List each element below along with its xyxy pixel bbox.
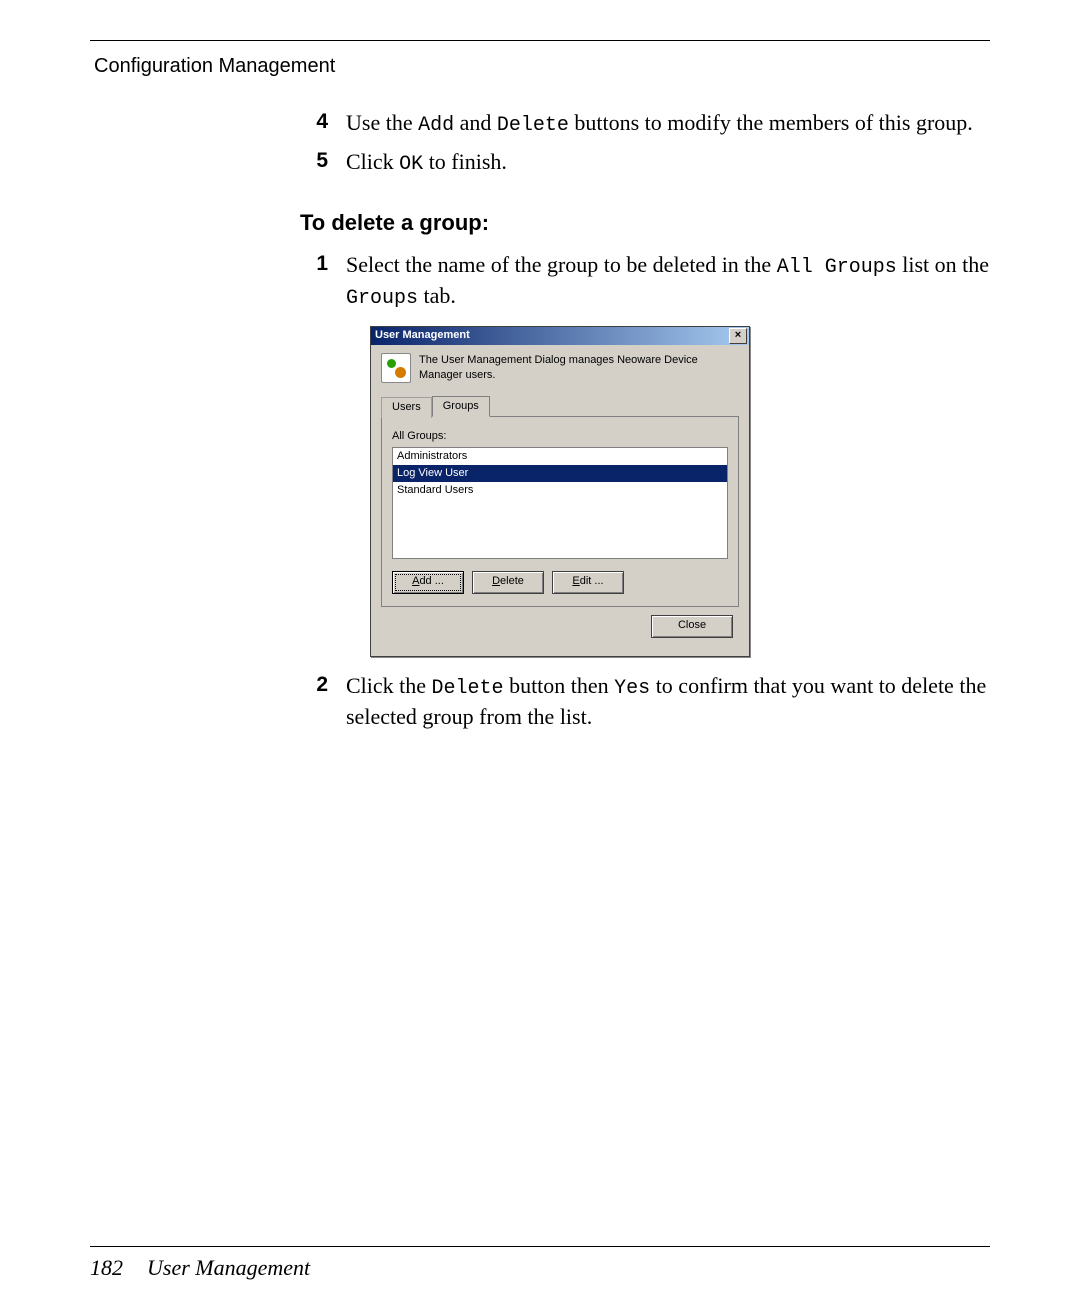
- step-5: 5 Click OK to finish.: [300, 147, 990, 178]
- dialog-titlebar: User Management ×: [371, 327, 749, 345]
- dialog-title: User Management: [375, 328, 470, 343]
- list-item[interactable]: Log View User: [393, 465, 727, 482]
- dialog-description: The User Management Dialog manages Neowa…: [419, 353, 739, 383]
- text-fragment: and: [454, 110, 497, 135]
- running-head: Configuration Management: [94, 55, 990, 78]
- text-fragment: Use the: [346, 110, 418, 135]
- step-number: 2: [300, 671, 346, 732]
- step-number: 4: [300, 108, 346, 139]
- text-fragment: button then: [504, 673, 615, 698]
- text-fragment: tab.: [418, 283, 456, 308]
- dialog-screenshot: User Management × The User Management Di…: [370, 326, 990, 658]
- section-heading: To delete a group:: [300, 208, 990, 238]
- code-fragment: OK: [399, 153, 423, 176]
- groups-listbox[interactable]: Administrators Log View User Standard Us…: [392, 447, 728, 559]
- tabstrip: Users Groups: [381, 396, 739, 417]
- step-1: 1 Select the name of the group to be del…: [300, 250, 990, 312]
- step-number: 5: [300, 147, 346, 178]
- text-fragment: buttons to modify the members of this gr…: [569, 110, 973, 135]
- step-text: Click the Delete button then Yes to conf…: [346, 671, 990, 732]
- text-fragment: Click the: [346, 673, 432, 698]
- edit-button[interactable]: Edit ...: [552, 571, 624, 594]
- tab-users[interactable]: Users: [381, 397, 432, 418]
- user-management-dialog: User Management × The User Management Di…: [370, 326, 750, 658]
- step-2: 2 Click the Delete button then Yes to co…: [300, 671, 990, 732]
- code-fragment: Delete: [497, 114, 569, 137]
- list-item[interactable]: Administrators: [393, 448, 727, 465]
- step-text: Select the name of the group to be delet…: [346, 250, 990, 312]
- step-text: Click OK to finish.: [346, 147, 990, 178]
- list-item[interactable]: Standard Users: [393, 482, 727, 499]
- text-fragment: Click: [346, 149, 399, 174]
- code-fragment: Groups: [346, 287, 418, 310]
- step-number: 1: [300, 250, 346, 312]
- code-fragment: Yes: [614, 677, 650, 700]
- page-number: 182: [90, 1255, 123, 1280]
- code-fragment: All Groups: [777, 256, 897, 279]
- code-fragment: Delete: [432, 677, 504, 700]
- step-text: Use the Add and Delete buttons to modify…: [346, 108, 990, 139]
- all-groups-label: All Groups:: [392, 429, 728, 444]
- close-icon[interactable]: ×: [729, 328, 747, 344]
- text-fragment: Select the name of the group to be delet…: [346, 252, 777, 277]
- close-button[interactable]: Close: [651, 615, 733, 638]
- page-footer: 182 User Management: [90, 1255, 310, 1281]
- chapter-title: User Management: [147, 1255, 310, 1280]
- tab-groups[interactable]: Groups: [432, 396, 490, 417]
- users-icon: [381, 353, 411, 383]
- tab-panel-groups: All Groups: Administrators Log View User…: [381, 416, 739, 608]
- text-fragment: to finish.: [423, 149, 507, 174]
- text-fragment: list on the: [897, 252, 989, 277]
- add-button[interactable]: Add ...: [392, 571, 464, 594]
- delete-button[interactable]: Delete: [472, 571, 544, 594]
- step-4: 4 Use the Add and Delete buttons to modi…: [300, 108, 990, 139]
- code-fragment: Add: [418, 114, 454, 137]
